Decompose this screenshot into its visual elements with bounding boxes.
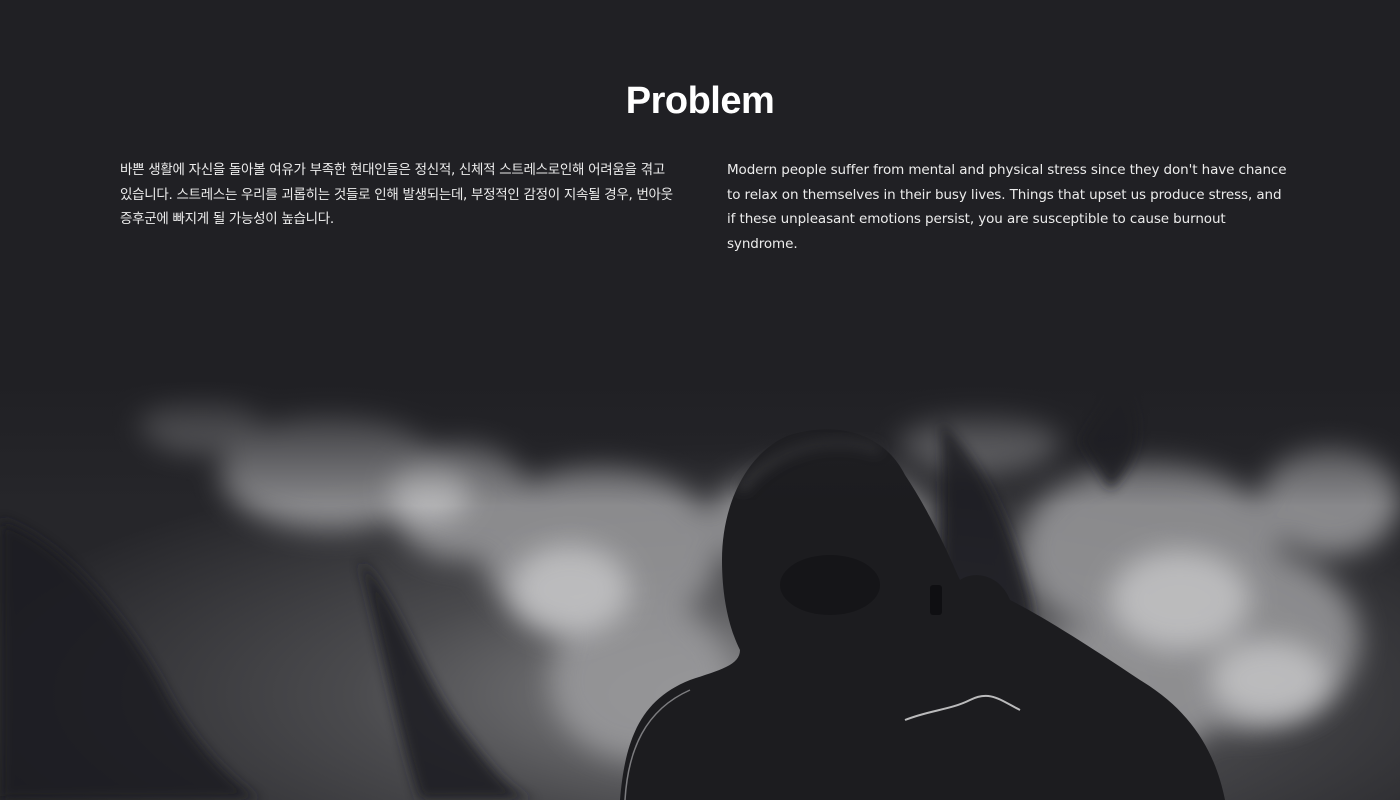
- section-title: Problem: [625, 80, 775, 122]
- problem-section: Problem 바쁜 생활에 자신을 돌아볼 여유가 부족한 현대인들은 정신적…: [0, 0, 1400, 800]
- english-description: Modern people suffer from mental and phy…: [727, 162, 1287, 252]
- photo-illustration: [0, 380, 1400, 800]
- korean-description: 바쁜 생활에 자신을 돌아볼 여유가 부족한 현대인들은 정신적, 신체적 스트…: [120, 162, 673, 227]
- stressed-person-photo: [0, 380, 1400, 800]
